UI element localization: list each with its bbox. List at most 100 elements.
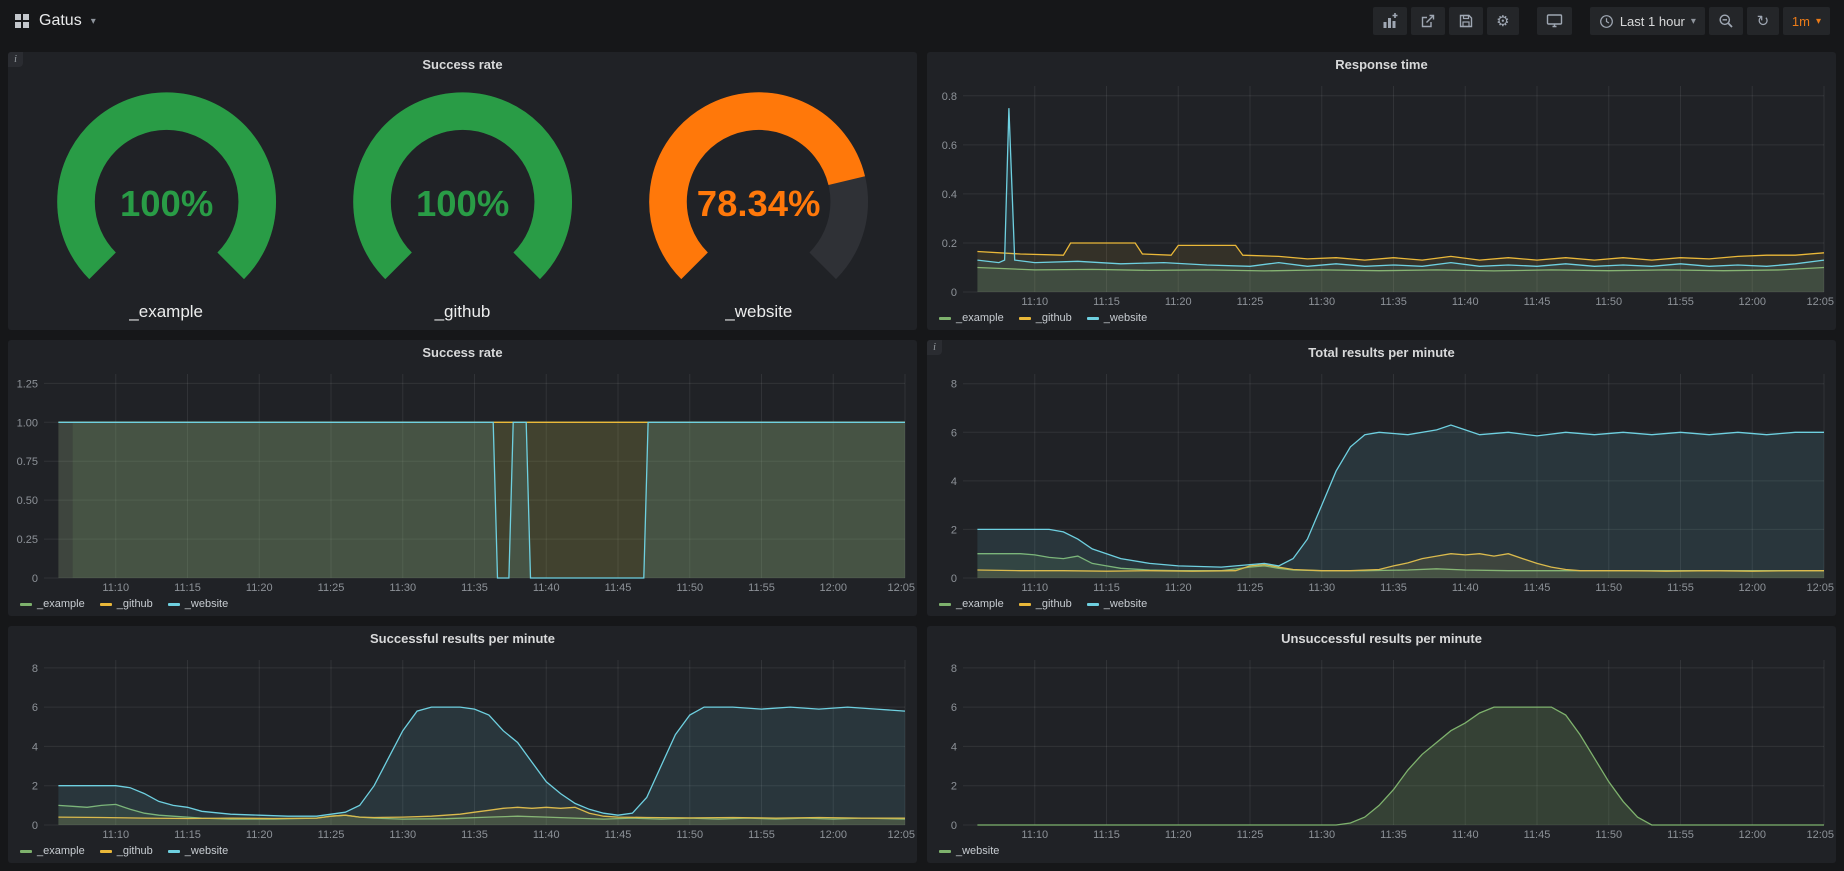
x-axis-tick-label: 12:00 bbox=[1738, 582, 1766, 594]
share-icon bbox=[1420, 13, 1436, 29]
panel-title[interactable]: Total results per minute bbox=[927, 340, 1836, 366]
share-button[interactable] bbox=[1411, 7, 1445, 35]
navbar: Gatus ▾ ⚙ bbox=[0, 0, 1844, 42]
add-panel-button[interactable] bbox=[1373, 7, 1407, 35]
legend-item-_example[interactable]: _example bbox=[939, 598, 1004, 610]
y-axis-tick-label: 2 bbox=[951, 781, 957, 793]
x-axis-tick-label: 11:20 bbox=[1165, 829, 1192, 841]
success-rate-chart[interactable]: 00.250.500.751.001.2511:1011:1511:2011:2… bbox=[8, 366, 917, 596]
panel-title[interactable]: Successful results per minute bbox=[8, 626, 917, 652]
panel-info-icon[interactable]: i bbox=[927, 340, 942, 355]
chart-svg: 0246811:1011:1511:2011:2511:3011:3511:40… bbox=[927, 652, 1836, 843]
legend-item-_website[interactable]: _website bbox=[939, 845, 999, 857]
y-axis-tick-label: 4 bbox=[951, 476, 957, 488]
navbar-actions: ⚙ Last 1 hour ▾ ↻ bbox=[1373, 7, 1830, 35]
panel-title[interactable]: Unsuccessful results per minute bbox=[927, 626, 1836, 652]
unsuccessful-results-chart[interactable]: 0246811:1011:1511:2011:2511:3011:3511:40… bbox=[927, 652, 1836, 843]
legend-item-_github[interactable]: _github bbox=[1019, 312, 1072, 324]
panel-title[interactable]: Success rate bbox=[8, 52, 917, 78]
x-axis-tick-label: 11:45 bbox=[1524, 829, 1551, 841]
legend-label: _github bbox=[117, 598, 153, 610]
x-axis-tick-label: 11:25 bbox=[1237, 582, 1264, 594]
time-range-caret-icon: ▾ bbox=[1691, 16, 1696, 27]
settings-button[interactable]: ⚙ bbox=[1487, 7, 1519, 35]
chevron-down-icon[interactable]: ▾ bbox=[91, 16, 96, 27]
legend-label: _website bbox=[185, 598, 228, 610]
total-results-chart[interactable]: 0246811:1011:1511:2011:2511:3011:3511:40… bbox=[927, 366, 1836, 596]
gauge-value: 100% bbox=[416, 183, 509, 224]
y-axis-tick-label: 6 bbox=[32, 702, 38, 714]
gauge-arc: 100% bbox=[330, 89, 595, 299]
refresh-button[interactable]: ↻ bbox=[1747, 7, 1779, 35]
legend-item-_website[interactable]: _website bbox=[168, 598, 228, 610]
y-axis-tick-label: 8 bbox=[951, 663, 957, 675]
dashboard-grid-icon[interactable] bbox=[14, 13, 30, 29]
refresh-interval-button[interactable]: 1m ▾ bbox=[1783, 7, 1830, 35]
panel-response-time: Response time 00.20.40.60.811:1011:1511:… bbox=[927, 52, 1836, 330]
time-range-label: Last 1 hour bbox=[1620, 14, 1685, 29]
legend-item-_website[interactable]: _website bbox=[168, 845, 228, 857]
y-axis-tick-label: 0.2 bbox=[942, 238, 957, 250]
response-time-chart[interactable]: 00.20.40.60.811:1011:1511:2011:2511:3011… bbox=[927, 78, 1836, 310]
legend-item-_github[interactable]: _github bbox=[1019, 598, 1072, 610]
y-axis-tick-label: 2 bbox=[32, 781, 38, 793]
time-range-button[interactable]: Last 1 hour ▾ bbox=[1590, 7, 1705, 35]
x-axis-tick-label: 11:55 bbox=[1667, 829, 1694, 841]
legend-item-_example[interactable]: _example bbox=[939, 312, 1004, 324]
x-axis-tick-label: 11:50 bbox=[676, 582, 703, 594]
x-axis-tick-label: 11:30 bbox=[1308, 582, 1335, 594]
x-axis-tick-label: 11:35 bbox=[461, 829, 488, 841]
legend-label: _github bbox=[1036, 598, 1072, 610]
legend-item-_example[interactable]: _example bbox=[20, 598, 85, 610]
legend-label: _example bbox=[37, 598, 85, 610]
chart-svg: 00.250.500.751.001.2511:1011:1511:2011:2… bbox=[8, 366, 917, 596]
y-axis-tick-label: 0.8 bbox=[942, 91, 957, 103]
legend-swatch-icon bbox=[939, 850, 951, 853]
legend-item-_website[interactable]: _website bbox=[1087, 312, 1147, 324]
legend-item-_github[interactable]: _github bbox=[100, 598, 153, 610]
panel-legend: _example _github _website bbox=[927, 596, 1836, 616]
gauge-chart[interactable]: 100%_example100%_github78.34%_website bbox=[8, 78, 917, 330]
legend-item-_github[interactable]: _github bbox=[100, 845, 153, 857]
save-button[interactable] bbox=[1449, 7, 1483, 35]
panel-title[interactable]: Response time bbox=[927, 52, 1836, 78]
x-axis-tick-label: 11:15 bbox=[174, 829, 201, 841]
panel-unsuccessful-results: Unsuccessful results per minute 0246811:… bbox=[927, 626, 1836, 863]
gauge-value: 78.34% bbox=[697, 183, 821, 224]
legend-item-_example[interactable]: _example bbox=[20, 845, 85, 857]
y-axis-tick-label: 4 bbox=[951, 741, 957, 753]
legend-label: _website bbox=[1104, 312, 1147, 324]
y-axis-tick-label: 0 bbox=[951, 573, 957, 585]
y-axis-tick-label: 0.4 bbox=[942, 189, 957, 201]
panel-success-rate-graph: Success rate 00.250.500.751.001.2511:101… bbox=[8, 340, 917, 616]
legend-label: _example bbox=[956, 312, 1004, 324]
series-area-_website bbox=[58, 422, 905, 578]
panel-title[interactable]: Success rate bbox=[8, 340, 917, 366]
panel-legend: _example _github _website bbox=[927, 310, 1836, 330]
x-axis-tick-label: 11:25 bbox=[318, 829, 345, 841]
legend-item-_website[interactable]: _website bbox=[1087, 598, 1147, 610]
zoom-out-button[interactable] bbox=[1709, 7, 1743, 35]
legend-swatch-icon bbox=[1087, 603, 1099, 606]
x-axis-tick-label: 11:35 bbox=[1380, 296, 1407, 308]
gauge-_example: 100%_example bbox=[18, 84, 314, 322]
x-axis-tick-label: 12:05 bbox=[887, 582, 915, 594]
x-axis-tick-label: 11:45 bbox=[605, 582, 632, 594]
y-axis-tick-label: 0 bbox=[951, 287, 957, 299]
dashboard-title[interactable]: Gatus bbox=[39, 12, 82, 30]
chart-svg: 0246811:1011:1511:2011:2511:3011:3511:40… bbox=[927, 366, 1836, 596]
legend-swatch-icon bbox=[100, 603, 112, 606]
x-axis-tick-label: 11:50 bbox=[676, 829, 703, 841]
x-axis-tick-label: 11:35 bbox=[461, 582, 488, 594]
cycle-view-button[interactable] bbox=[1537, 7, 1572, 35]
panel-info-icon[interactable]: i bbox=[8, 52, 23, 67]
panel-successful-results: Successful results per minute 0246811:10… bbox=[8, 626, 917, 863]
y-axis-tick-label: 1.00 bbox=[17, 417, 38, 429]
add-panel-icon bbox=[1382, 13, 1398, 29]
successful-results-chart[interactable]: 0246811:1011:1511:2011:2511:3011:3511:40… bbox=[8, 652, 917, 843]
x-axis-tick-label: 11:15 bbox=[1093, 829, 1120, 841]
chart-svg: 00.20.40.60.811:1011:1511:2011:2511:3011… bbox=[927, 78, 1836, 310]
x-axis-tick-label: 11:45 bbox=[1524, 582, 1551, 594]
y-axis-tick-label: 8 bbox=[32, 663, 38, 675]
x-axis-tick-label: 11:40 bbox=[1452, 296, 1479, 308]
